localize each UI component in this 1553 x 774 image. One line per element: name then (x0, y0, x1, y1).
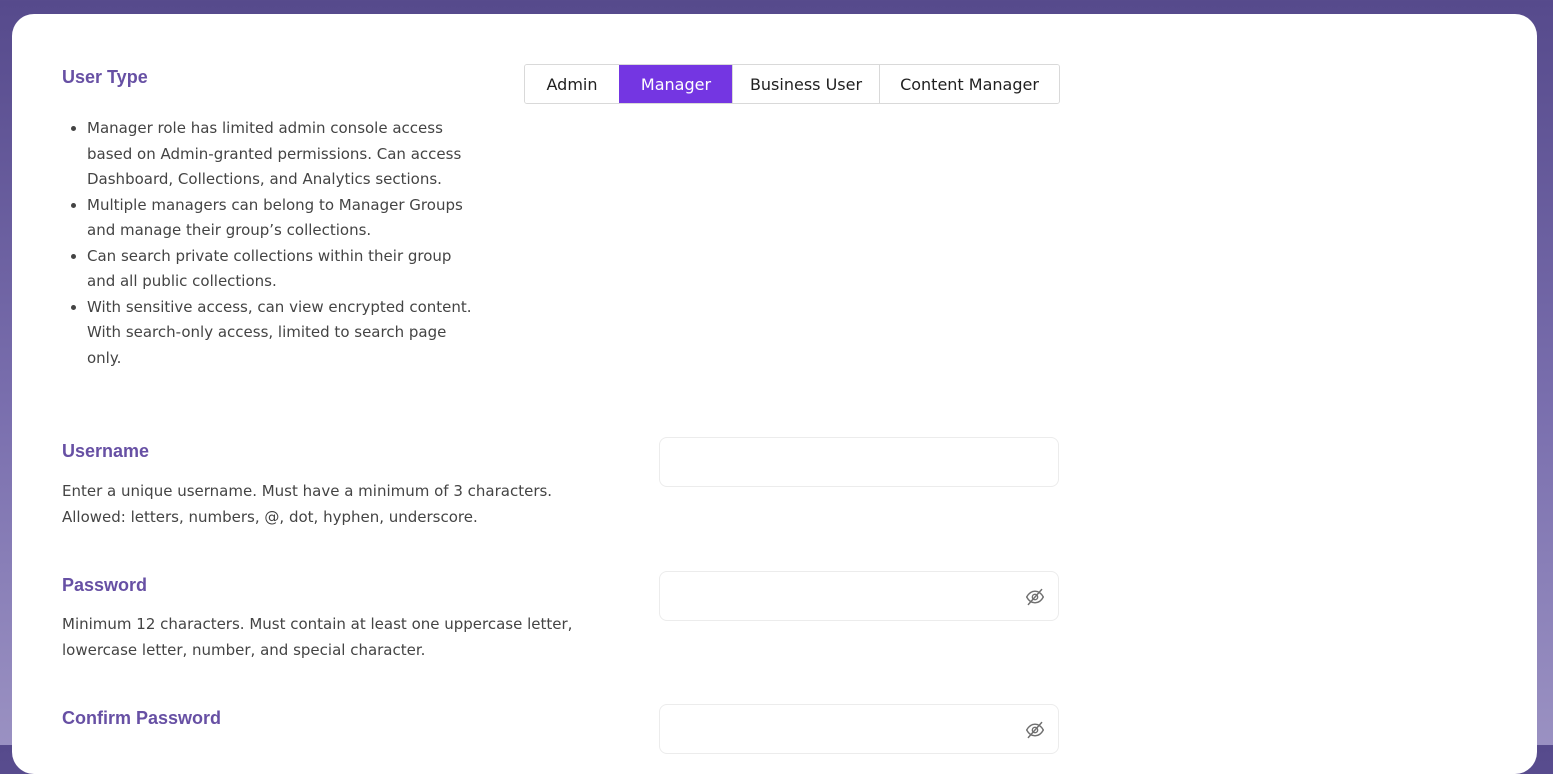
password-input[interactable] (660, 572, 1058, 620)
password-description-line: lowercase letter, number, and special ch… (62, 640, 426, 659)
user-type-bullet: Multiple managers can belong to Manager … (87, 193, 482, 244)
user-type-title: User Type (62, 67, 148, 87)
confirm-password-field-wrapper (659, 704, 1059, 754)
user-type-bullet: With sensitive access, can view encrypte… (87, 295, 482, 372)
user-type-option-admin[interactable]: Admin (525, 65, 619, 103)
password-title: Password (62, 575, 148, 595)
username-description-line: Enter a unique username. Must have a min… (62, 482, 553, 500)
user-type-option-content-manager[interactable]: Content Manager (879, 65, 1059, 103)
user-type-option-manager[interactable]: Manager (619, 65, 732, 103)
password-description: Minimum 12 characters. Must contain at l… (62, 612, 642, 663)
user-type-description: Manager role has limited admin console a… (62, 116, 482, 371)
user-type-bullet: Manager role has limited admin console a… (87, 116, 482, 193)
username-title: Username (62, 441, 150, 461)
username-description: Enter a unique username. Must have a min… (62, 479, 622, 530)
eye-off-icon[interactable] (1024, 719, 1046, 741)
confirm-password-input[interactable] (660, 705, 1058, 753)
password-description-line: Minimum 12 characters. Must contain at l… (62, 615, 573, 633)
eye-off-icon[interactable] (1024, 586, 1046, 608)
user-type-option-business-user[interactable]: Business User (732, 65, 879, 103)
username-input[interactable] (660, 438, 1058, 486)
password-field-wrapper (659, 571, 1059, 621)
username-description-line: Allowed: letters, numbers, @, dot, hyphe… (62, 507, 478, 526)
user-type-selector: Admin Manager Business User Content Mana… (524, 64, 1060, 104)
user-type-bullet: Can search private collections within th… (87, 244, 482, 295)
username-field-wrapper (659, 437, 1059, 487)
user-form-card: User Type Manager role has limited admin… (12, 14, 1537, 774)
confirm-password-title: Confirm Password (62, 708, 222, 728)
